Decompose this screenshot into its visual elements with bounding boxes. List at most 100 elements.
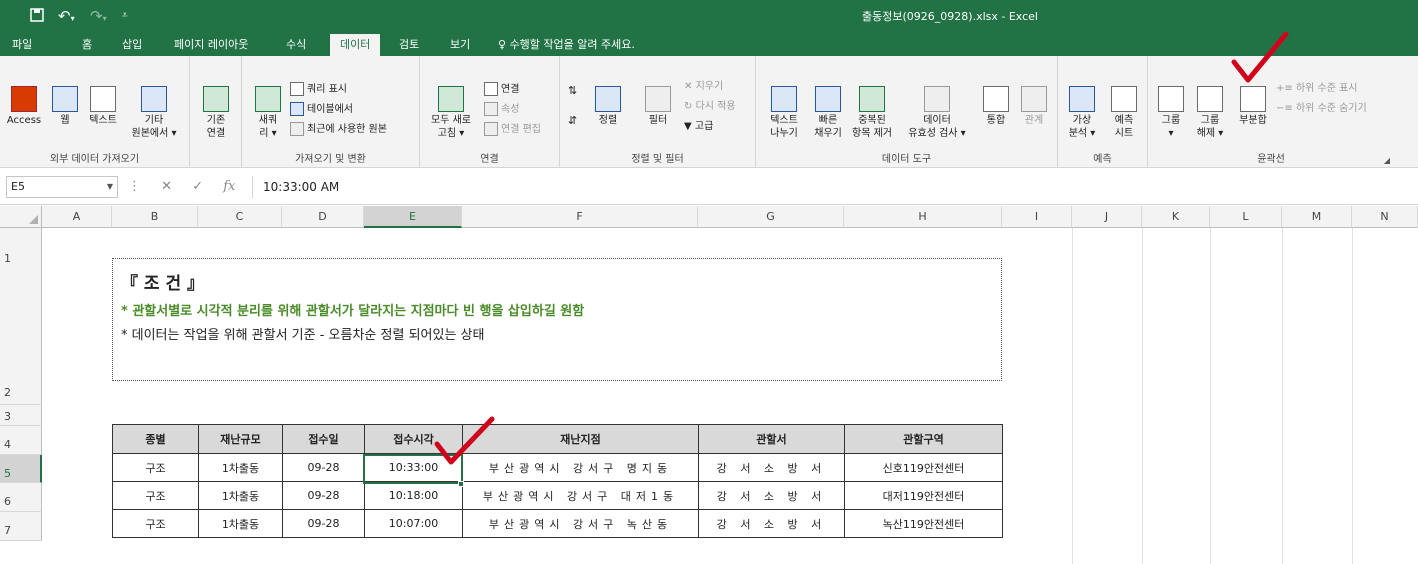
fill-handle[interactable] [458,481,464,487]
select-all-corner[interactable] [0,206,42,228]
existing-connections-button[interactable]: 기존 연결 [198,86,234,140]
cancel-icon[interactable]: ✕ [161,179,172,194]
cell-scale[interactable]: 1차출동 [198,509,283,538]
remove-duplicates-button[interactable]: 중복된 항목 제거 [850,86,894,140]
column-header-j[interactable]: J [1072,206,1142,228]
relationships-button[interactable]: 관계 [1016,86,1052,127]
cell-station[interactable]: 강 서 소 방 서 [698,481,845,510]
red-checkmark-icon [434,416,495,465]
data-validation-button[interactable]: 데이터 유효성 검사 ▾ [898,86,976,140]
column-header-a[interactable]: A [42,206,112,228]
name-box[interactable]: E5 ▼ [6,176,118,198]
new-query-button[interactable]: 새쿼 리 ▾ [254,86,282,140]
column-header-l[interactable]: L [1210,206,1282,228]
cell-date[interactable]: 09-28 [282,481,365,510]
row-header-6[interactable]: 6 [0,483,42,512]
column-header-c[interactable]: C [198,206,282,228]
cell-time[interactable]: 10:18:00 [364,481,463,510]
edit-links-button[interactable]: 연결 편집 [484,122,541,136]
sort-za-button[interactable]: ⇵ [568,114,577,127]
text-import-button[interactable]: 텍스트 [86,86,120,127]
connections-button[interactable]: 연결 [484,82,519,96]
reapply-button[interactable]: ↻ 다시 적용 [684,100,736,113]
access-button[interactable]: Access [4,86,44,127]
cell-date[interactable]: 09-28 [282,509,365,538]
chevron-down-icon[interactable]: ▼ [107,177,113,197]
show-queries-button[interactable]: 쿼리 표시 [290,82,347,96]
tell-me-box[interactable]: ♀ 수행할 작업을 알려 주세요. [498,34,635,56]
sort-az-button[interactable]: ⇅ [568,84,577,97]
column-header-d[interactable]: D [282,206,364,228]
cell-area[interactable]: 대저119안전센터 [844,481,1003,510]
cell-location[interactable]: 부산광역시 강서구 대저1동 [462,481,699,510]
text-to-columns-button[interactable]: 텍스트 나누기 [764,86,804,140]
condition-textbox[interactable]: 『 조 건 』 * 관할서별로 시각적 분리를 위해 관할서가 달라지는 지점마… [112,258,1002,381]
tab-data[interactable]: 데이터 [330,34,381,56]
web-button[interactable]: 웹 [48,86,82,127]
tab-home[interactable]: 홈 [82,34,92,56]
properties-button[interactable]: 속성 [484,102,519,116]
cell-station[interactable]: 강 서 소 방 서 [698,453,845,482]
filter-button[interactable]: 필터 [640,86,676,127]
cell-type[interactable]: 구조 [112,481,199,510]
cell-type[interactable]: 구조 [112,509,199,538]
cell-scale[interactable]: 1차출동 [198,453,283,482]
what-if-button[interactable]: 가상 분석 ▾ [1064,86,1100,140]
tab-insert[interactable]: 삽입 [122,34,142,56]
hide-detail-button[interactable]: −≡ 하위 수준 숨기기 [1276,102,1367,115]
cell-time[interactable]: 10:07:00 [364,509,463,538]
cell-scale[interactable]: 1차출동 [198,481,283,510]
ribbon-tabs: 파일 홈 삽입 페이지 레이아웃 수식 데이터 검토 보기 ♀ 수행할 작업을 … [0,34,1418,56]
sort-button[interactable]: 정렬 [590,86,626,127]
column-header-n[interactable]: N [1352,206,1418,228]
row-header-1[interactable]: 1 [0,228,42,394]
column-header-g[interactable]: G [698,206,844,228]
recent-sources-button[interactable]: 최근에 사용한 원본 [290,122,387,136]
column-header-h[interactable]: H [844,206,1002,228]
save-icon[interactable] [30,8,44,25]
undo-icon[interactable]: ↶▾ [58,8,75,27]
column-header-m[interactable]: M [1282,206,1352,228]
cell-date[interactable]: 09-28 [282,453,365,482]
cell-location[interactable]: 부산광역시 강서구 명지동 [462,453,699,482]
formula-input[interactable]: 10:33:00 AM [252,176,1412,198]
cell-station[interactable]: 강 서 소 방 서 [698,509,845,538]
tab-formulas[interactable]: 수식 [286,34,306,56]
tab-file[interactable]: 파일 [12,34,32,56]
from-table-button[interactable]: 테이블에서 [290,102,353,116]
tab-page-layout[interactable]: 페이지 레이아웃 [174,34,248,56]
cell-area[interactable]: 녹산119안전센터 [844,509,1003,538]
column-header-e[interactable]: E [364,206,462,228]
redo-icon[interactable]: ↷▾ [90,8,107,27]
cell-area[interactable]: 신호119안전센터 [844,453,1003,482]
group-button[interactable]: 그룹 ▾ [1154,86,1188,140]
flash-fill-button[interactable]: 빠른 채우기 [808,86,848,140]
dialog-launcher-icon[interactable]: ◢ [1384,156,1390,165]
row-header-4[interactable]: 4 [0,426,42,455]
column-header-k[interactable]: K [1142,206,1210,228]
function-icon[interactable]: fx [223,179,235,194]
header-station: 관할서 [698,424,845,454]
cell-type[interactable]: 구조 [112,453,199,482]
row-header-2[interactable]: 2 [0,372,42,405]
forecast-sheet-button[interactable]: 예측 시트 [1106,86,1142,140]
advanced-filter-button[interactable]: ▼ 고급 [684,120,713,133]
tab-view[interactable]: 보기 [450,34,470,56]
customize-qat-icon[interactable]: ⩡ [122,8,128,24]
column-header-f[interactable]: F [462,206,698,228]
ungroup-button[interactable]: 그룹 해제 ▾ [1192,86,1228,140]
row-header-7[interactable]: 7 [0,512,42,541]
column-header-i[interactable]: I [1002,206,1072,228]
refresh-all-button[interactable]: 모두 새로 고침 ▾ [426,86,476,140]
cell-location[interactable]: 부산광역시 강서구 녹산동 [462,509,699,538]
row-header-5[interactable]: 5 [0,455,42,483]
row-header-3[interactable]: 3 [0,405,42,426]
enter-icon[interactable]: ✓ [192,179,203,194]
consolidate-button[interactable]: 통합 [978,86,1014,127]
ungroup-icon [1197,86,1223,112]
tab-review[interactable]: 검토 [399,34,419,56]
subtotal-button[interactable]: 부분합 [1232,86,1274,127]
clear-filter-button[interactable]: ✕ 지우기 [684,80,723,93]
other-sources-button[interactable]: 기타 원본에서 ▾ [126,86,182,140]
column-header-b[interactable]: B [112,206,198,228]
